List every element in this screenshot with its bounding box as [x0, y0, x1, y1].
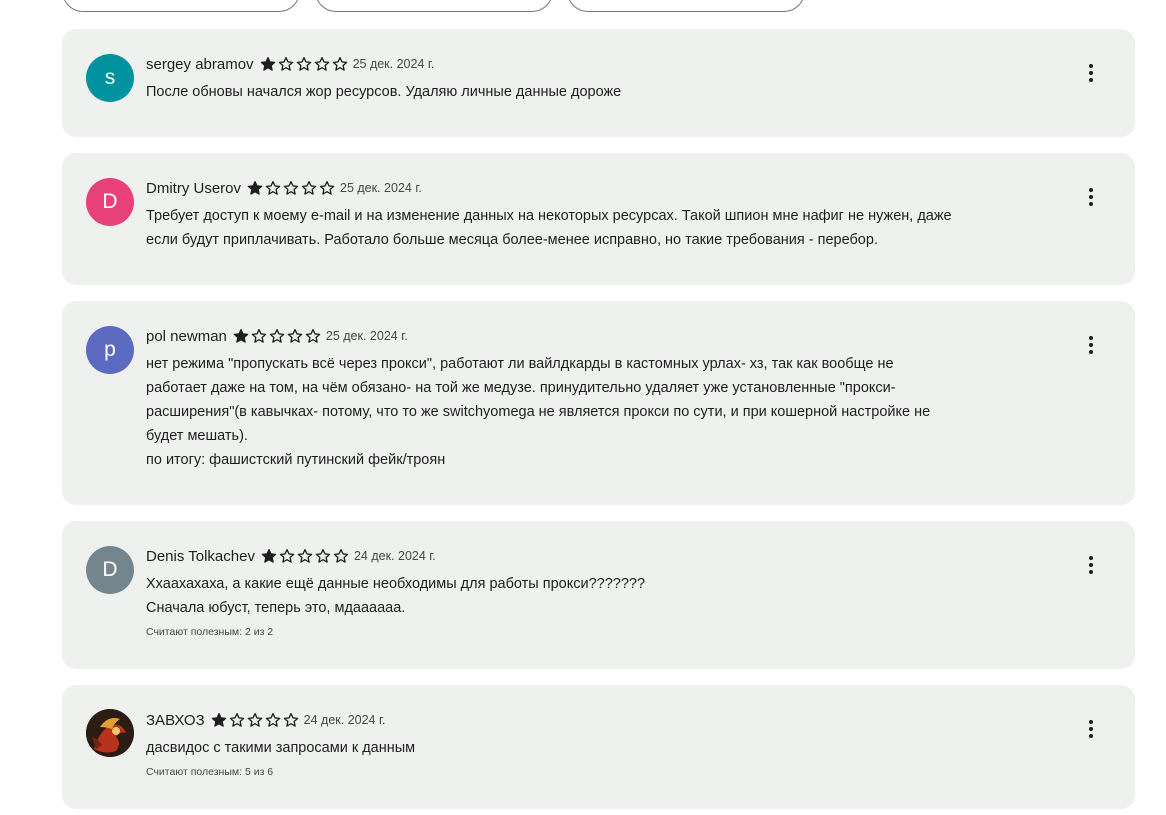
more-vert-icon: [1089, 188, 1093, 192]
more-options-button[interactable]: [1083, 718, 1099, 740]
avatar: D: [86, 546, 134, 594]
rating-stars: [211, 712, 301, 728]
star-outline-icon: [229, 713, 244, 727]
star-filled-icon: [261, 549, 277, 563]
star-outline-icon: [247, 713, 262, 727]
more-vert-icon: [1089, 720, 1093, 724]
star-outline-icon: [301, 181, 317, 195]
rating-stars: [261, 548, 351, 564]
review-date: 25 дек. 2024 г.: [325, 329, 408, 343]
more-options-button[interactable]: [1083, 186, 1099, 208]
rating-stars: [247, 180, 337, 196]
avatar-photo: [86, 709, 134, 757]
rating-stars: [260, 56, 350, 72]
star-outline-icon: [319, 181, 335, 195]
filter-chip-3[interactable]: [567, 0, 805, 12]
more-vert-icon: [1089, 556, 1093, 560]
helpful-count: Считают полезным: 2 из 2: [146, 626, 274, 638]
review-date: 25 дек. 2024 г.: [340, 181, 422, 195]
review-date: 24 дек. 2024 г.: [353, 549, 436, 563]
star-outline-icon: [279, 549, 295, 563]
star-outline-icon: [283, 713, 298, 727]
more-options-button[interactable]: [1083, 334, 1099, 356]
star-outline-icon: [278, 57, 293, 71]
review-text: дасвидос с такими запросами к данным: [146, 740, 416, 756]
more-options-button[interactable]: [1083, 62, 1099, 84]
avatar: s: [86, 54, 134, 102]
more-vert-icon: [1089, 336, 1093, 340]
more-vert-icon: [1089, 64, 1093, 68]
review-author: ЗАВХОЗ: [146, 711, 205, 729]
filter-chip-2[interactable]: [315, 0, 553, 12]
star-outline-icon: [333, 549, 349, 563]
star-outline-icon: [265, 713, 280, 727]
star-outline-icon: [297, 549, 313, 563]
review-card: s sergey abramov 25 дек. 2024 г. После о…: [62, 29, 1135, 137]
avatar: p: [86, 326, 134, 374]
filter-chip-1[interactable]: [62, 0, 300, 12]
star-outline-icon: [287, 329, 303, 343]
star-outline-icon: [315, 549, 331, 563]
review-text: Ххаахахаха, а какие ещё данные необходим…: [146, 576, 646, 616]
review-card: D Dmitry Userov 25 дек. 2024 г. Требует …: [62, 153, 1135, 285]
star-outline-icon: [296, 57, 311, 71]
review-body: Dmitry Userov 25 дек. 2024 г. Требует до…: [146, 177, 1076, 252]
star-filled-icon: [260, 57, 275, 71]
star-outline-icon: [314, 57, 329, 71]
review-text: нет режима "пропускать всё через прокси"…: [146, 356, 931, 468]
review-card: p pol newman 25 дек. 2024 г. нет режима …: [62, 301, 1135, 505]
review-author: pol newman: [146, 327, 227, 345]
star-outline-icon: [269, 329, 285, 343]
star-outline-icon: [305, 329, 321, 343]
star-filled-icon: [211, 713, 226, 727]
review-body: Denis Tolkachev 24 дек. 2024 г. Ххаахаха…: [146, 545, 1076, 639]
review-text: После обновы начался жор ресурсов. Удаля…: [146, 84, 622, 100]
review-body: pol newman 25 дек. 2024 г. нет режима "п…: [146, 325, 1076, 472]
review-body: ЗАВХОЗ 24 дек. 2024 г. дасвидос с такими…: [146, 709, 1076, 779]
helpful-count: Считают полезным: 5 из 6: [146, 766, 274, 778]
star-filled-icon: [247, 181, 263, 195]
review-card: D Denis Tolkachev 24 дек. 2024 г. Ххааха…: [62, 521, 1135, 669]
star-outline-icon: [251, 329, 267, 343]
star-outline-icon: [265, 181, 281, 195]
review-text: Требует доступ к моему e-mail и на измен…: [146, 208, 952, 248]
review-author: Dmitry Userov: [146, 179, 242, 197]
star-filled-icon: [233, 329, 249, 343]
more-options-button[interactable]: [1083, 554, 1099, 576]
avatar: D: [86, 178, 134, 226]
rating-stars: [233, 328, 323, 344]
review-body: sergey abramov 25 дек. 2024 г. После обн…: [146, 53, 1076, 104]
review-date: 24 дек. 2024 г.: [303, 713, 386, 727]
review-author: sergey abramov: [146, 55, 254, 73]
star-outline-icon: [332, 57, 347, 71]
review-card: ЗАВХОЗ 24 дек. 2024 г. дасвидос с такими…: [62, 685, 1135, 809]
review-date: 25 дек. 2024 г.: [352, 57, 435, 71]
review-author: Denis Tolkachev: [146, 547, 255, 565]
star-outline-icon: [283, 181, 299, 195]
